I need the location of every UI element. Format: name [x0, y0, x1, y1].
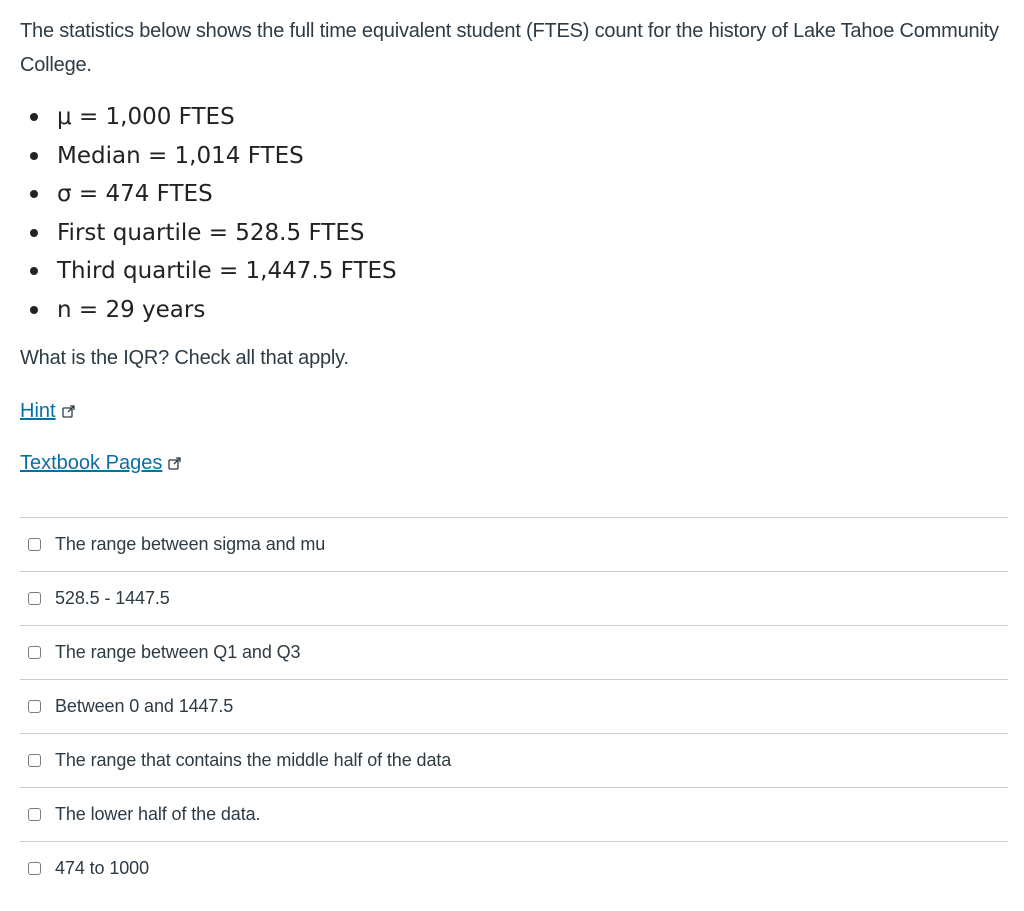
stat-first-quartile-text: First quartile = 528.5 FTES: [57, 219, 365, 246]
hint-link-label: Hint: [20, 400, 56, 422]
bullet-icon: [30, 267, 38, 276]
bullet-icon: [30, 113, 38, 122]
textbook-pages-link-label: Textbook Pages: [20, 452, 163, 474]
stat-sigma-text: σ = 474 FTES: [57, 181, 213, 208]
stat-sigma: σ = 474 FTES: [24, 175, 397, 214]
stat-third-quartile-text: Third quartile = 1,447.5 FTES: [57, 258, 397, 285]
textbook-pages-link[interactable]: Textbook Pages: [20, 452, 181, 475]
stat-median-text: Median = 1,014 FTES: [57, 142, 304, 169]
stat-median: Median = 1,014 FTES: [24, 137, 397, 176]
answer-option[interactable]: Between 0 and 1447.5: [20, 680, 1008, 734]
answer-label: 474 to 1000: [55, 858, 149, 878]
answer-checkbox[interactable]: [28, 862, 41, 875]
answer-choices: The range between sigma and mu 528.5 - 1…: [20, 517, 1008, 895]
answer-option[interactable]: The range between Q1 and Q3: [20, 626, 1008, 680]
stat-n: n = 29 years: [24, 291, 397, 330]
answer-checkbox[interactable]: [28, 754, 41, 767]
question-text: The statistics below shows the full time…: [20, 20, 999, 76]
bullet-icon: [30, 228, 38, 237]
question-prompt: What is the IQR? Check all that apply.: [20, 347, 349, 369]
hint-link[interactable]: Hint: [20, 400, 75, 423]
external-link-icon: [61, 405, 75, 418]
answer-label: The range between Q1 and Q3: [55, 642, 301, 662]
stat-first-quartile: First quartile = 528.5 FTES: [24, 214, 397, 253]
answer-checkbox[interactable]: [28, 700, 41, 713]
stat-mean: μ = 1,000 FTES: [24, 98, 397, 137]
bullet-icon: [30, 305, 38, 314]
answer-label: The lower half of the data.: [55, 804, 261, 824]
answer-checkbox[interactable]: [28, 646, 41, 659]
answer-label: Between 0 and 1447.5: [55, 696, 234, 716]
stat-n-text: n = 29 years: [57, 296, 206, 323]
answer-option[interactable]: The lower half of the data.: [20, 788, 1008, 842]
answer-option[interactable]: The range that contains the middle half …: [20, 734, 1008, 788]
bullet-icon: [30, 190, 38, 199]
answer-checkbox[interactable]: [28, 592, 41, 605]
statistics-list: μ = 1,000 FTES Median = 1,014 FTES σ = 4…: [24, 98, 397, 329]
answer-option[interactable]: The range between sigma and mu: [20, 518, 1008, 572]
bullet-icon: [30, 151, 38, 160]
stat-third-quartile: Third quartile = 1,447.5 FTES: [24, 252, 397, 291]
stat-mean-text: μ = 1,000 FTES: [57, 104, 235, 131]
answer-label: 528.5 - 1447.5: [55, 588, 170, 608]
answer-option[interactable]: 474 to 1000: [20, 842, 1008, 895]
answer-option[interactable]: 528.5 - 1447.5: [20, 572, 1008, 626]
answer-label: The range between sigma and mu: [55, 534, 326, 554]
answer-checkbox[interactable]: [28, 538, 41, 551]
answer-label: The range that contains the middle half …: [55, 750, 452, 770]
answer-checkbox[interactable]: [28, 808, 41, 821]
external-link-icon: [168, 457, 181, 470]
